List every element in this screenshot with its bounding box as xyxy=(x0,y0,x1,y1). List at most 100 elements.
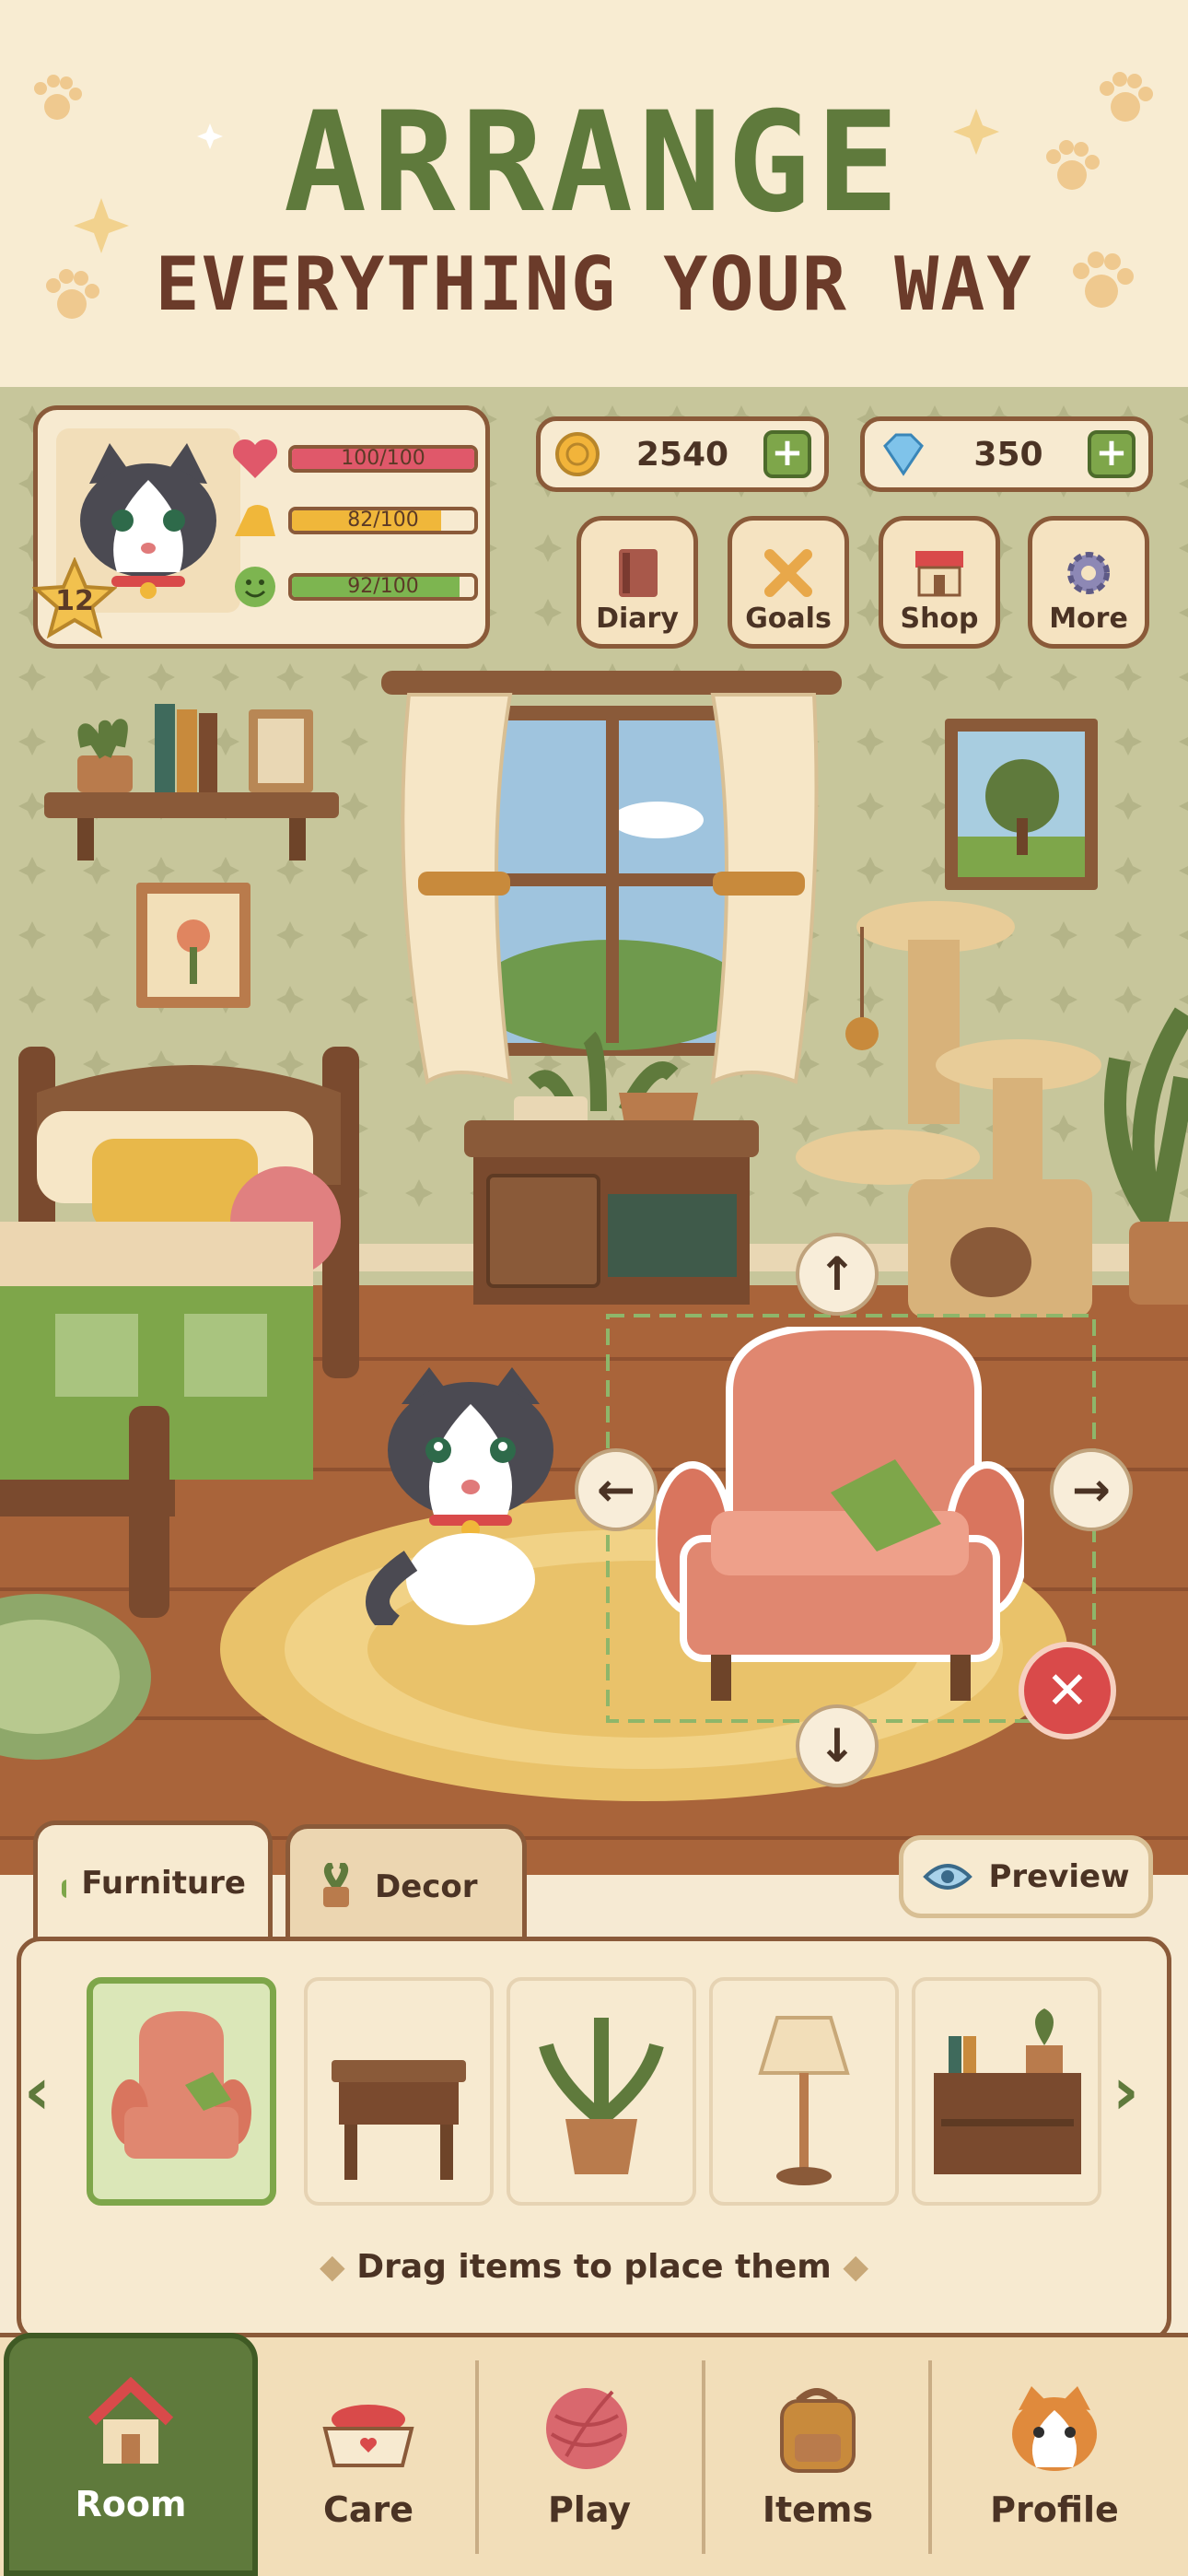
preview-label: Preview xyxy=(988,1858,1130,1895)
gem-counter[interactable]: 350 + xyxy=(860,416,1153,492)
nav-profile[interactable]: Profile xyxy=(950,2333,1159,2576)
goals-label: Goals xyxy=(745,603,832,635)
gear-icon xyxy=(1067,552,1110,594)
arrow-right-icon: → xyxy=(1072,1463,1111,1516)
bookshelf-icon xyxy=(934,2008,1081,2174)
cat-face-icon xyxy=(1012,2386,1097,2471)
add-coins-button[interactable]: + xyxy=(763,430,811,478)
eye-icon xyxy=(923,1864,973,1890)
scroll-right-button[interactable]: › xyxy=(1112,2055,1164,2128)
nav-room[interactable]: Room xyxy=(4,2333,258,2576)
stat-happiness: 92/100 xyxy=(231,554,480,620)
plus-icon: + xyxy=(1095,429,1128,474)
profile-card[interactable]: 12 100/100 82/100 92/100 xyxy=(31,405,490,649)
cat-character[interactable] xyxy=(365,1367,577,1625)
potted-plant-decor[interactable] xyxy=(1101,1004,1188,1317)
scroll-left-button[interactable]: ‹ xyxy=(24,2055,76,2128)
health-value: 100/100 xyxy=(341,447,425,470)
page-subtitle: EVERYTHING YOUR WAY xyxy=(155,241,1033,327)
tab-furniture[interactable]: Furniture xyxy=(33,1821,273,1940)
plus-icon: + xyxy=(771,429,804,474)
sofa-icon xyxy=(62,1879,67,1898)
bone-icon xyxy=(764,549,812,597)
nav-divider xyxy=(475,2360,479,2554)
tab-decor-label: Decor xyxy=(375,1868,478,1905)
potted-plant-icon xyxy=(539,2018,664,2174)
diary-button[interactable]: Diary xyxy=(577,516,698,649)
nav-play-label: Play xyxy=(547,2489,632,2530)
stats-list: 100/100 82/100 92/100 xyxy=(231,430,480,620)
bowl-icon xyxy=(322,2405,414,2467)
shop-label: Shop xyxy=(900,603,979,635)
tab-furniture-label: Furniture xyxy=(81,1864,246,1902)
level-text: 12 xyxy=(55,585,94,617)
item-floor-lamp[interactable] xyxy=(709,1977,899,2206)
drag-hint-text: Drag items to place them xyxy=(356,2248,832,2286)
goals-button[interactable]: Goals xyxy=(728,516,849,649)
gem-icon xyxy=(883,433,924,476)
happiness-value: 92/100 xyxy=(347,575,419,598)
nav-play[interactable]: Play xyxy=(488,2333,691,2576)
level-badge: 12 xyxy=(31,556,118,642)
move-down-button[interactable]: ↓ xyxy=(796,1704,879,1787)
nav-care-label: Care xyxy=(322,2489,414,2530)
nav-divider xyxy=(702,2360,705,2554)
more-button[interactable]: More xyxy=(1028,516,1149,649)
smile-icon xyxy=(235,567,275,607)
arrow-left-icon: ← xyxy=(597,1463,635,1516)
tab-decor[interactable]: Decor xyxy=(285,1824,527,1944)
round-rug-small[interactable] xyxy=(0,1585,157,1769)
food-icon xyxy=(235,505,275,536)
shop-icon xyxy=(915,551,963,597)
nav-items[interactable]: Items xyxy=(716,2333,919,2576)
side-table-icon xyxy=(332,2060,466,2180)
gem-amount: 350 xyxy=(973,435,1043,474)
arrow-down-icon: ↓ xyxy=(818,1719,856,1773)
wall-shelf[interactable] xyxy=(41,691,344,866)
coin-amount: 2540 xyxy=(635,435,729,474)
item-potted-plant[interactable] xyxy=(507,1977,696,2206)
title-banner: ARRANGE EVERYTHING YOUR WAY xyxy=(0,0,1188,387)
move-left-button[interactable]: ← xyxy=(575,1448,658,1531)
page-title: ARRANGE xyxy=(283,83,905,243)
heart-icon xyxy=(232,439,278,478)
chevron-right-icon: › xyxy=(1112,2054,1139,2129)
delete-item-button[interactable]: ✕ xyxy=(1019,1642,1116,1739)
nav-divider xyxy=(928,2360,932,2554)
hunger-value: 82/100 xyxy=(347,509,419,532)
flower-picture[interactable] xyxy=(134,881,252,1010)
arrow-up-icon: ↑ xyxy=(818,1247,856,1301)
yarn-icon xyxy=(546,2388,627,2469)
shop-button[interactable]: Shop xyxy=(879,516,1000,649)
preview-button[interactable]: Preview xyxy=(899,1835,1153,1918)
close-icon: ✕ xyxy=(1045,1660,1089,1721)
more-label: More xyxy=(1049,603,1128,635)
nav-profile-label: Profile xyxy=(990,2489,1119,2530)
coin-icon xyxy=(555,432,600,476)
move-right-button[interactable]: → xyxy=(1050,1448,1133,1531)
tree-picture[interactable] xyxy=(943,717,1100,892)
drag-hint: ◆ Drag items to place them ◆ xyxy=(0,2248,1188,2286)
add-gems-button[interactable]: + xyxy=(1088,430,1136,478)
armchair-placed[interactable] xyxy=(656,1327,1024,1714)
nightstand[interactable] xyxy=(460,1028,764,1319)
item-side-table[interactable] xyxy=(304,1977,494,2206)
nav-room-label: Room xyxy=(75,2484,187,2524)
item-bookshelf[interactable] xyxy=(912,1977,1101,2206)
nav-care[interactable]: Care xyxy=(267,2333,470,2576)
diary-label: Diary xyxy=(596,603,679,635)
stat-hunger: 82/100 xyxy=(231,487,480,554)
backpack-icon xyxy=(780,2388,856,2473)
plant-icon xyxy=(323,1862,349,1907)
coin-counter[interactable]: 2540 + xyxy=(536,416,829,492)
item-armchair[interactable] xyxy=(87,1977,276,2206)
window[interactable] xyxy=(381,663,842,1087)
armchair-icon xyxy=(111,2011,251,2159)
diamond-icon: ◆ xyxy=(831,2248,869,2286)
move-up-button[interactable]: ↑ xyxy=(796,1233,879,1316)
chevron-left-icon: ‹ xyxy=(24,2054,51,2129)
stat-health: 100/100 xyxy=(231,430,480,487)
diamond-icon: ◆ xyxy=(319,2248,357,2286)
house-icon xyxy=(87,2377,174,2464)
nav-items-label: Items xyxy=(762,2489,874,2530)
